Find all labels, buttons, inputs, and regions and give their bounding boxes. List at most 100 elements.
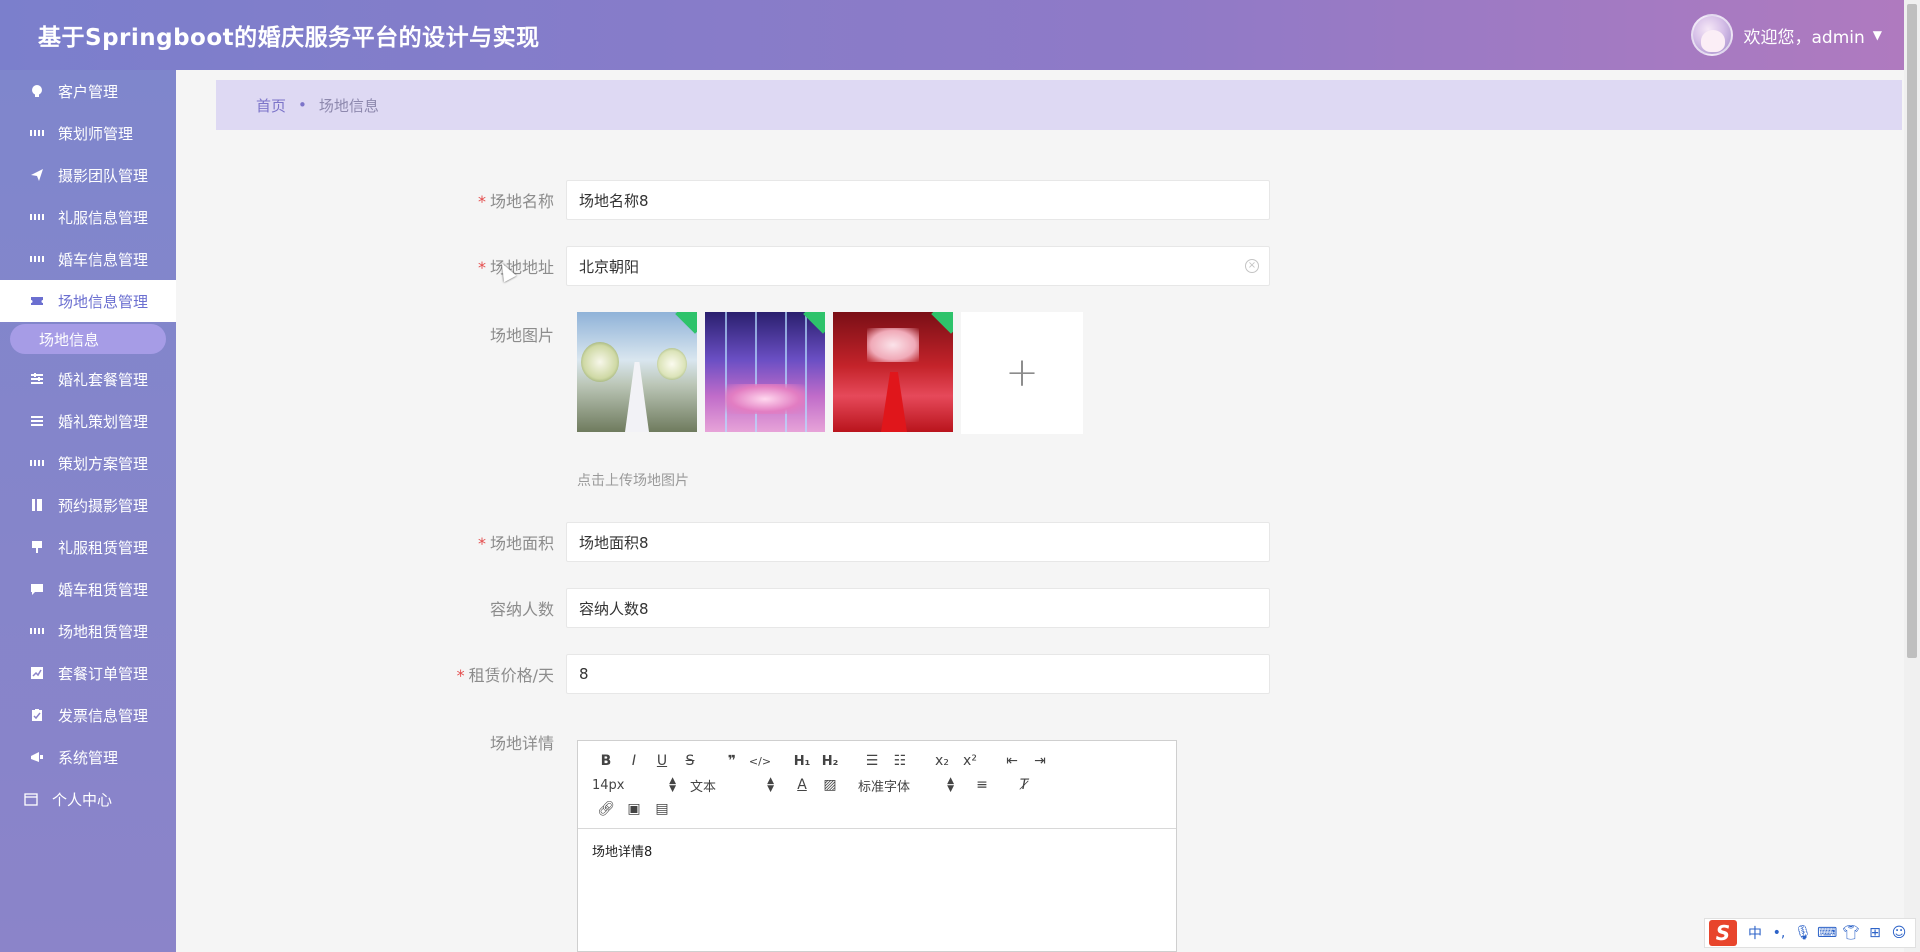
grid-icon <box>30 126 44 140</box>
sidebar-item-personal-center[interactable]: 个人中心 <box>0 778 176 820</box>
form-row-venue-image: 场地图片 <box>400 322 566 346</box>
sidebar-item-photo-teams[interactable]: 摄影团队管理 <box>0 154 176 196</box>
venue-address-label: * 场地地址 <box>400 254 566 278</box>
blockquote-icon[interactable]: ❞ <box>718 753 746 769</box>
sidebar-item-label: 发票信息管理 <box>58 706 149 725</box>
emoji-icon[interactable]: ☺ <box>1889 925 1909 941</box>
font-family-value: 标准字体 <box>858 779 911 795</box>
sidebar-item-venue-rental[interactable]: 场地租赁管理 <box>0 610 176 652</box>
sidebar-item-dresses[interactable]: 礼服信息管理 <box>0 196 176 238</box>
venue-image-thumb[interactable] <box>833 312 953 432</box>
ime-lang-toggle[interactable]: 中 <box>1745 923 1765 943</box>
align-icon[interactable]: ≡ <box>968 777 996 793</box>
sidebar-item-system[interactable]: 系统管理 <box>0 736 176 778</box>
grid-icon <box>30 456 44 470</box>
sidebar-item-package-orders[interactable]: 套餐订单管理 <box>0 652 176 694</box>
video-icon[interactable]: ▤ <box>648 801 676 817</box>
sidebar-item-plans[interactable]: 策划方案管理 <box>0 442 176 484</box>
sidebar-item-dress-rental[interactable]: 礼服租赁管理 <box>0 526 176 568</box>
capacity-input[interactable]: 容纳人数8 <box>566 588 1270 628</box>
upload-hint: 点击上传场地图片 <box>577 473 689 489</box>
sidebar-item-label: 系统管理 <box>58 748 119 767</box>
form-row-venue-address: * 场地地址 北京朝阳 × <box>400 246 1270 286</box>
form-row-venue-area: * 场地面积 场地面积8 <box>400 522 1270 562</box>
sidebar-item-car-rental[interactable]: 婚车租赁管理 <box>0 568 176 610</box>
breadcrumb: 首页 • 场地信息 <box>216 80 1902 130</box>
clear-format-icon[interactable]: T̷ <box>1010 777 1038 793</box>
strikethrough-icon[interactable]: S <box>676 753 704 769</box>
avatar[interactable] <box>1691 14 1734 56</box>
grid-icon <box>30 210 44 224</box>
clear-icon[interactable]: × <box>1245 259 1259 273</box>
sidebar-item-label: 礼服租赁管理 <box>58 538 149 557</box>
list-icon <box>30 414 44 428</box>
venue-area-input[interactable]: 场地面积8 <box>566 522 1270 562</box>
sogou-logo[interactable]: S <box>1709 920 1737 946</box>
sidebar-item-label: 场地信息管理 <box>58 292 149 311</box>
select-arrows-icon: ▲ ▼ <box>767 776 774 794</box>
microphone-icon[interactable]: 🎙︎ <box>1793 925 1813 941</box>
breadcrumb-home[interactable]: 首页 <box>256 95 286 116</box>
select-arrows-icon: ▲ ▼ <box>947 776 954 794</box>
sidebar-item-cars[interactable]: 婚车信息管理 <box>0 238 176 280</box>
megaphone-icon <box>30 750 44 764</box>
h1-icon[interactable]: H₁ <box>788 754 816 769</box>
sidebar-item-label: 礼服信息管理 <box>58 208 149 227</box>
chat-icon <box>30 582 44 596</box>
code-icon[interactable]: </> <box>746 755 774 768</box>
sidebar-item-packages[interactable]: 婚礼套餐管理 <box>0 358 176 400</box>
superscript-icon[interactable]: x² <box>956 753 984 769</box>
italic-icon[interactable]: I <box>620 753 648 769</box>
keyboard-icon[interactable]: ⌨ <box>1817 925 1837 941</box>
venue-name-input[interactable]: 场地名称8 <box>566 180 1270 220</box>
sidebar-item-customers[interactable]: 客户管理 <box>0 70 176 112</box>
rich-text-editor: B I U S ❞ </> H₁ H₂ ☰ ☷ x₂ x² ⇤ ⇥ 14px ▲… <box>577 740 1177 952</box>
background-color-icon[interactable]: ▨ <box>816 777 844 793</box>
book-icon <box>30 498 44 512</box>
text-type-select[interactable]: 文本 ▲ ▼ <box>690 776 774 795</box>
venue-image-thumb[interactable] <box>577 312 697 432</box>
chevron-down-icon[interactable]: ▼ <box>1873 28 1882 42</box>
price-label-text: 租赁价格/天 <box>468 666 554 685</box>
venue-address-input[interactable]: 北京朝阳 × <box>566 246 1270 286</box>
price-input[interactable]: 8 <box>566 654 1270 694</box>
link-icon[interactable]: 🔗︎ <box>592 801 620 817</box>
sidebar-item-invoices[interactable]: 发票信息管理 <box>0 694 176 736</box>
bulb-icon <box>30 84 44 98</box>
page-scrollbar[interactable] <box>1904 0 1920 952</box>
upload-image-button[interactable]: + <box>961 312 1083 434</box>
subscript-icon[interactable]: x₂ <box>928 753 956 769</box>
grid-icon[interactable]: ⊞ <box>1865 925 1885 941</box>
venue-image-label: 场地图片 <box>489 326 554 345</box>
sidebar-subitem-venue-info[interactable]: 场地信息 <box>10 324 166 354</box>
underline-icon[interactable]: U <box>648 753 676 769</box>
punctuation-icon[interactable]: •, <box>1769 925 1789 941</box>
bold-icon[interactable]: B <box>592 753 620 769</box>
editor-content[interactable]: 场地详情8 <box>578 829 1176 872</box>
outdent-icon[interactable]: ⇤ <box>998 753 1026 769</box>
grid-icon <box>30 624 44 638</box>
font-size-select[interactable]: 14px ▲ ▼ <box>592 777 676 794</box>
clipboard-icon <box>30 708 44 722</box>
bullet-list-icon[interactable]: ☷ <box>886 753 914 769</box>
skin-icon[interactable]: 👕︎ <box>1841 925 1861 941</box>
sidebar-item-planning[interactable]: 婚礼策划管理 <box>0 400 176 442</box>
sidebar-item-planners[interactable]: 策划师管理 <box>0 112 176 154</box>
user-menu[interactable]: 欢迎您，admin ▼ <box>1691 14 1882 56</box>
ordered-list-icon[interactable]: ☰ <box>858 753 886 769</box>
indent-icon[interactable]: ⇥ <box>1026 753 1054 769</box>
welcome-text[interactable]: 欢迎您，admin <box>1743 23 1864 48</box>
image-icon[interactable]: ▣ <box>620 801 648 817</box>
venue-image-thumb[interactable] <box>705 312 825 432</box>
venue-name-label-text: 场地名称 <box>489 192 554 211</box>
font-family-select[interactable]: 标准字体 ▲ ▼ <box>858 776 954 795</box>
form-row-price: * 租赁价格/天 8 <box>400 654 1270 694</box>
sidebar-item-photo-bookings[interactable]: 预约摄影管理 <box>0 484 176 526</box>
font-color-icon[interactable]: A <box>788 777 816 793</box>
h2-icon[interactable]: H₂ <box>816 754 844 769</box>
sidebar-item-label: 预约摄影管理 <box>58 496 149 515</box>
sidebar-item-venues[interactable]: 场地信息管理 <box>0 280 176 322</box>
text-type-value: 文本 <box>690 779 717 795</box>
venue-name-label: * 场地名称 <box>400 188 566 212</box>
scrollbar-thumb[interactable] <box>1907 4 1917 658</box>
